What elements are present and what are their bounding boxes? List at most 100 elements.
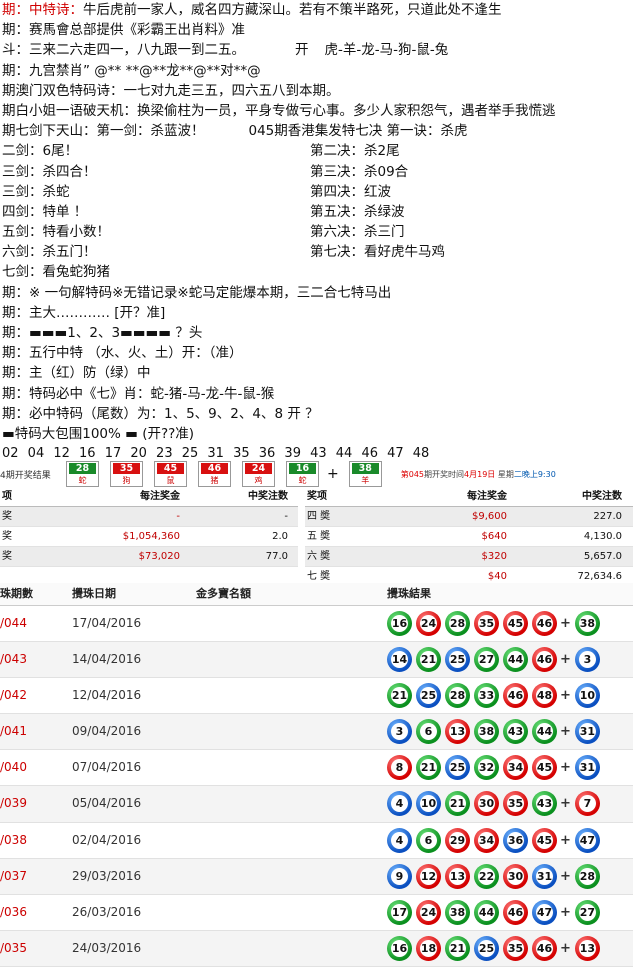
result-ball: 27	[474, 647, 499, 673]
draw-date: 07/04/2016	[72, 760, 142, 775]
result-ball: 6	[416, 719, 441, 745]
issue-link[interactable]: /035	[0, 941, 27, 955]
history-row: /043 14/04/2016 14 21 25 27 44 46 +3	[0, 642, 633, 679]
col-jackpot: 金多寶名額	[196, 587, 251, 600]
prize-amount: $640	[481, 531, 507, 542]
prize-row: 奖 $73,020 77.0	[0, 547, 298, 567]
result-ball: 21	[416, 647, 441, 673]
poem-text: 牛后虎前一家人，威名四方藏深山。若有不策半路死，只道此处不逢生	[83, 2, 502, 18]
history-row: /040 07/04/2016 8 21 25 32 34 45 +31	[0, 750, 633, 787]
issue-link[interactable]: /036	[0, 905, 27, 919]
draw-date: 12/04/2016	[72, 688, 142, 703]
issue-link[interactable]: /042	[0, 688, 27, 702]
prediction-text-block: 期：中特诗：牛后虎前一家人，威名四方藏深山。若有不策半路死，只道此处不逢生 期：…	[0, 0, 633, 464]
two-column-line: 三剑：杀蛇 第四决：红波	[0, 182, 633, 202]
result-ball: 30	[503, 863, 528, 889]
prize-row: 六 奬 $320 5,657.0	[305, 547, 633, 567]
two-column-line: 三剑：杀四合！ 第三决：杀09合	[0, 162, 633, 182]
prize-count: 227.0	[593, 511, 622, 522]
prize-name: 奖	[2, 511, 12, 522]
line-text: 斗：三来二六走四一，八九跟一到二五。	[2, 42, 245, 59]
plus-sign: +	[560, 760, 571, 776]
text-line: ▬特码大包围100% ▬ (开??准)	[2, 425, 195, 442]
prize-header: 项 每注奖金 中奖注数	[0, 487, 298, 507]
ball-number: 38	[351, 463, 379, 474]
prize-count: 4,130.0	[583, 531, 622, 542]
issue-link[interactable]: /037	[0, 869, 27, 883]
history-row: /038 02/04/2016 4 6 29 34 36 45 +47	[0, 823, 633, 859]
result-ball: 46	[532, 611, 557, 636]
draw-date: 05/04/2016	[72, 796, 142, 811]
result-ball: 47	[532, 899, 557, 925]
result-ball: 43	[532, 791, 557, 817]
prize-count: 77.0	[265, 551, 288, 562]
result-ball: 3	[387, 719, 412, 745]
text-line: 期：中特诗：牛后虎前一家人，威名四方藏深山。若有不策半路死，只道此处不逢生	[0, 0, 633, 20]
issue-link[interactable]: /041	[0, 724, 27, 738]
ball-number: 35	[113, 463, 140, 474]
secret-line: 第五决：杀绿波	[310, 203, 405, 220]
result-ball: 46	[503, 899, 528, 925]
draw-date: 02/04/2016	[72, 832, 142, 847]
special-ball: 38	[574, 611, 600, 636]
sword-line: 二剑：6尾！	[2, 143, 79, 160]
prize-amount: $73,020	[138, 551, 180, 562]
prize-name: 奖	[2, 551, 12, 562]
result-ball: 46	[503, 683, 528, 709]
text-line: 斗：三来二六走四一，八九跟一到二五。 开虎-羊-龙-马-狗-鼠-兔	[0, 40, 633, 60]
result-ball: 25	[474, 935, 499, 961]
result-ball: 46	[532, 647, 557, 673]
prize-name: 四 奬	[307, 511, 331, 522]
result-balls: 8 21 25 32 34 45 +31	[387, 755, 604, 781]
text-line: 期：五行中特 （水、火、土）开：（准）	[2, 345, 243, 362]
text-line: 期：▬▬▬1、2、3▬▬▬▬ ？头	[2, 325, 203, 341]
draw-ball: 35 狗	[110, 461, 143, 487]
history-table: 珠期數 攪珠日期 金多寶名額 攪珠結果 /044 17/04/2016 16 24…	[0, 583, 633, 967]
text-line: 期：九宫禁肖” @** **@**龙**@**对**@	[2, 62, 261, 79]
poem-label: 中特诗：	[29, 2, 83, 18]
ball-zodiac: 鼠	[166, 476, 175, 485]
prize-header: 奖项 每注奖金 中奖注数	[305, 487, 633, 507]
plus-sign: +	[560, 868, 571, 884]
ball-number: 28	[69, 463, 96, 474]
two-column-line: 五剑：特看小数！ 第六决：杀三门	[0, 222, 633, 242]
result-ball: 43	[503, 719, 528, 745]
result-ball: 45	[503, 611, 528, 636]
history-header: 珠期數 攪珠日期 金多寶名額 攪珠結果	[0, 583, 633, 606]
plus-sign: +	[560, 652, 571, 668]
ball-zodiac: 羊	[361, 476, 370, 485]
issue-link[interactable]: /044	[0, 616, 27, 630]
issue-link[interactable]: /040	[0, 760, 27, 774]
history-row: /042 12/04/2016 21 25 28 33 46 48 +10	[0, 678, 633, 715]
plus-sign: +	[560, 904, 571, 920]
result-ball: 13	[445, 863, 470, 889]
prize-amount: $9,600	[472, 511, 507, 522]
ball-zodiac: 狗	[122, 476, 131, 485]
sword-line: 四剑：特单 ！	[2, 203, 88, 220]
issue-link[interactable]: /039	[0, 796, 27, 810]
draw-ball: 16 蛇	[286, 461, 319, 487]
result-ball: 10	[416, 791, 441, 817]
draw-date: 09/04/2016	[72, 724, 142, 739]
result-ball: 4	[387, 827, 412, 853]
issue-link[interactable]: /038	[0, 833, 27, 847]
plus-sign: +	[560, 688, 571, 704]
result-ball: 38	[474, 719, 499, 745]
ball-number: 45	[157, 463, 184, 474]
history-row: /044 17/04/2016 16 24 28 35 45 46 +38	[0, 606, 633, 643]
issue-link[interactable]: /043	[0, 652, 27, 666]
result-ball: 34	[503, 755, 528, 781]
zodiac-list: 虎-羊-龙-马-狗-鼠-兔	[324, 42, 449, 59]
text-line: 期：必中特码（尾数）为：1、5、9、2、4、8 开 ？	[2, 405, 319, 422]
result-ball: 36	[503, 827, 528, 853]
ball-zodiac: 鸡	[254, 476, 263, 485]
special-ball: 28	[574, 863, 600, 889]
history-row: /037 29/03/2016 9 12 13 22 30 31 +28	[0, 858, 633, 895]
two-column-line: 六剑：杀五门！ 第七决：看好虎牛马鸡	[0, 242, 633, 262]
draw-result-label: 4期开奖结果	[0, 470, 51, 481]
result-ball: 30	[474, 791, 499, 817]
line-text: 期七剑下天山：第一剑：杀蓝波！	[2, 123, 205, 140]
result-ball: 14	[387, 647, 412, 673]
col-date: 攪珠日期	[72, 587, 116, 600]
result-ball: 18	[416, 935, 441, 961]
